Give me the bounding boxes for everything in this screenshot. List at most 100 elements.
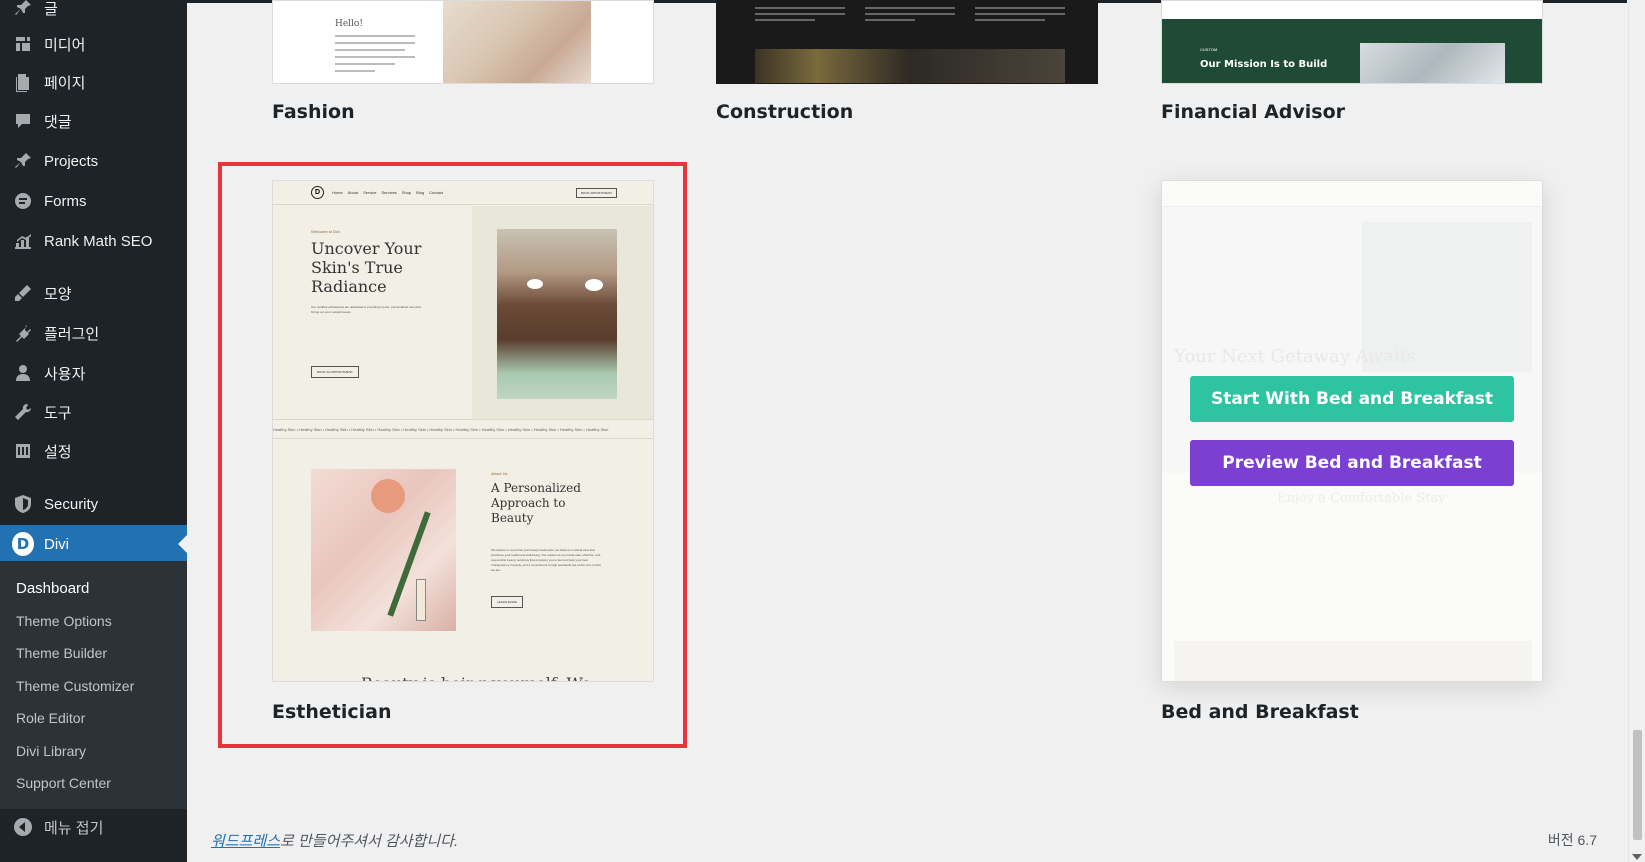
scrollbar-thumb[interactable] xyxy=(1633,730,1642,840)
construction-thumbnail[interactable] xyxy=(716,0,1098,84)
sidebar-item-label: 미디어 xyxy=(44,36,86,54)
card-title: Construction xyxy=(716,101,854,123)
esthetician-nav-link: Blog xyxy=(416,190,425,195)
brush-icon xyxy=(12,282,34,304)
fashion-photo xyxy=(443,1,591,83)
sidebar-item-label: Forms xyxy=(44,192,87,210)
esthetician-logo: D xyxy=(311,186,324,199)
construction-photo xyxy=(755,49,1065,83)
sidebar-item-label: Rank Math SEO xyxy=(44,232,153,250)
sidebar-item-label: 글 xyxy=(44,0,58,18)
shield-icon xyxy=(12,493,34,515)
sidebar-item-settings[interactable]: 설정 xyxy=(0,433,187,469)
esthetician-nav: D Home About Service Services Shop Blog … xyxy=(273,181,653,205)
esthetician-products-photo xyxy=(311,469,456,631)
esthetician-nav-link: About xyxy=(347,190,359,195)
sidebar-item-media[interactable]: 미디어 xyxy=(0,26,187,62)
fashion-thumbnail[interactable]: Hello! xyxy=(272,0,654,84)
esthetician-nav-link: Contact xyxy=(429,190,443,195)
bed-and-breakfast-thumbnail[interactable]: Your Next Getaway Awaits Enjoy a Comfort… xyxy=(1161,180,1543,682)
preview-layout-button[interactable]: Preview Bed and Breakfast xyxy=(1190,440,1514,486)
sidebar-item-divi[interactable]: D Divi xyxy=(0,525,187,563)
active-indicator xyxy=(178,535,187,553)
scrollbar[interactable] xyxy=(1628,0,1645,862)
wrench-icon xyxy=(12,401,34,423)
bnb-faded-title: Your Next Getaway Awaits xyxy=(1174,346,1417,367)
footer-thanks-text: 로 만들어주셔서 감사합니다. xyxy=(280,833,459,850)
sidebar-item-label: 댓글 xyxy=(44,113,72,131)
collapse-arrow-icon xyxy=(12,816,34,838)
scroll-down-arrow-icon[interactable] xyxy=(1632,854,1642,860)
financial-custom-label: CUSTOM xyxy=(1200,47,1218,52)
card-title: Fashion xyxy=(272,101,355,123)
esthetician-section-body: We believe in more than just beauty trea… xyxy=(491,548,602,572)
sidebar-item-label: 사용자 xyxy=(44,365,86,383)
plug-icon xyxy=(12,322,34,344)
fashion-hello-text: Hello! xyxy=(335,19,363,29)
comment-icon xyxy=(12,110,34,132)
sidebar-item-projects[interactable]: Projects xyxy=(0,143,187,179)
sidebar-item-security[interactable]: Security xyxy=(0,486,187,522)
sidebar-item-plugins[interactable]: 플러그인 xyxy=(0,315,187,351)
submenu-dashboard[interactable]: Dashboard xyxy=(16,580,89,597)
sidebar-item-label: Divi xyxy=(44,535,69,553)
sidebar-item-label: 플러그인 xyxy=(44,325,100,343)
bnb-faded-footer xyxy=(1174,641,1532,681)
esthetician-ticker: Healthy Skin • Healthy Skin • Healthy Sk… xyxy=(273,419,653,439)
submenu-theme-builder[interactable]: Theme Builder xyxy=(16,645,107,661)
esthetician-section-title: A Personalized Approach to Beauty xyxy=(491,481,581,525)
sidebar-item-appearance[interactable]: 모양 xyxy=(0,275,187,311)
construction-text-columns xyxy=(755,7,1065,21)
divi-submenu: Dashboard Theme Options Theme Builder Th… xyxy=(0,561,187,809)
esthetician-nav-link: Shop xyxy=(401,190,412,195)
esthetician-about-label: About Us xyxy=(491,471,508,476)
submenu-theme-customizer[interactable]: Theme Customizer xyxy=(16,678,134,694)
financial-advisor-thumbnail[interactable]: CUSTOM Our Mission Is to Build xyxy=(1161,0,1543,84)
financial-mission-text: Our Mission Is to Build xyxy=(1200,59,1328,70)
bnb-faded-hero xyxy=(1162,207,1542,473)
footer-thanks: 워드프레스로 만들어주셔서 감사합니다. xyxy=(211,830,458,851)
pin-icon xyxy=(12,150,34,172)
sidebar-item-label: 도구 xyxy=(44,404,72,422)
submenu-theme-options[interactable]: Theme Options xyxy=(16,613,112,629)
submenu-role-editor[interactable]: Role Editor xyxy=(16,710,85,726)
divi-icon: D xyxy=(12,532,34,556)
esthetician-cta: BOOK AN APPOINTMENT xyxy=(311,366,359,378)
card-title: Financial Advisor xyxy=(1161,101,1346,123)
sidebar-item-users[interactable]: 사용자 xyxy=(0,355,187,391)
sidebar-item-tools[interactable]: 도구 xyxy=(0,394,187,430)
submenu-divi-library[interactable]: Divi Library xyxy=(16,743,86,759)
settings-icon xyxy=(12,440,34,462)
submenu-support-center[interactable]: Support Center xyxy=(16,775,111,791)
page-icon xyxy=(12,71,34,93)
fashion-text-lines xyxy=(335,35,415,72)
esthetician-headline: Uncover Your Skin's True Radiance xyxy=(311,239,422,296)
financial-hero: CUSTOM Our Mission Is to Build xyxy=(1162,19,1542,83)
esthetician-nav-link: Home xyxy=(332,190,343,195)
bnb-faded-nav xyxy=(1162,181,1542,207)
sidebar-item-label: Security xyxy=(44,495,99,513)
esthetician-thumbnail[interactable]: D Home About Service Services Shop Blog … xyxy=(272,180,654,682)
sidebar-item-comments[interactable]: 댓글 xyxy=(0,103,187,139)
sidebar-item-label: 설정 xyxy=(44,443,72,461)
sidebar-item-posts[interactable]: 글 xyxy=(0,0,187,26)
bnb-faded-subtitle: Enjoy a Comfortable Stay xyxy=(1277,491,1446,506)
sidebar-item-label: Projects xyxy=(44,152,99,170)
wordpress-link[interactable]: 워드프레스 xyxy=(211,833,280,850)
admin-sidebar: 글 미디어 페이지 댓글 Projects Forms Rank Math SE… xyxy=(0,0,187,862)
esthetician-nav-link: Service xyxy=(363,190,377,195)
esthetician-nav-link: Services xyxy=(381,190,397,195)
footer-version: 버전 6.7 xyxy=(1547,832,1597,848)
esthetician-learn-more: LEARN MORE xyxy=(491,596,523,608)
sidebar-item-forms[interactable]: Forms xyxy=(0,183,187,219)
sidebar-item-label: 모양 xyxy=(44,285,72,303)
esthetician-body: Our certified estheticians are dedicated… xyxy=(311,305,421,314)
chart-icon xyxy=(12,230,34,252)
forms-icon xyxy=(12,190,34,212)
collapse-menu-button[interactable]: 메뉴 접기 xyxy=(0,809,187,845)
sidebar-item-pages[interactable]: 페이지 xyxy=(0,64,187,100)
sidebar-item-label: 페이지 xyxy=(44,74,86,92)
sidebar-item-rank-math[interactable]: Rank Math SEO xyxy=(0,223,187,259)
start-with-layout-button[interactable]: Start With Bed and Breakfast xyxy=(1190,376,1514,422)
esthetician-welcome: Welcome to Divi xyxy=(311,229,340,234)
